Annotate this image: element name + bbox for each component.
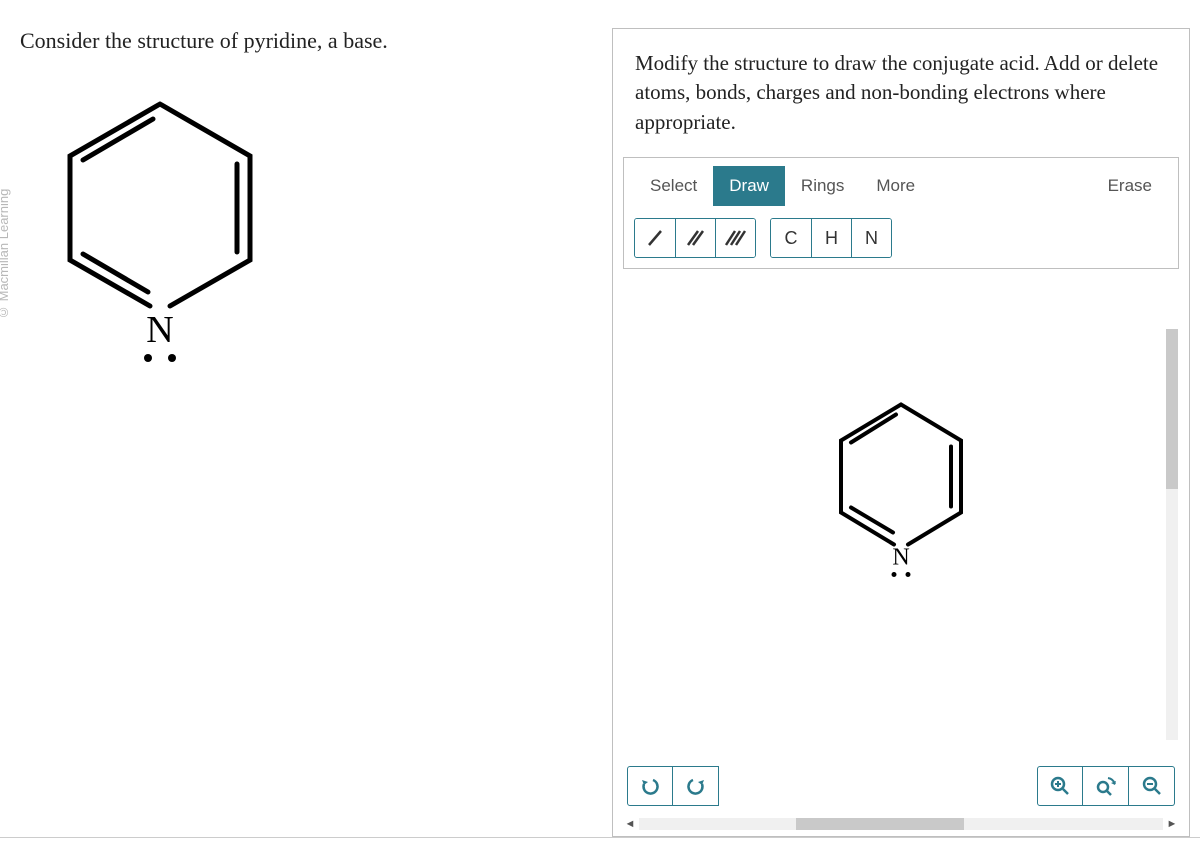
question-prompt: Consider the structure of pyridine, a ba…	[20, 28, 602, 54]
scroll-right-arrow[interactable]: ►	[1165, 817, 1179, 831]
history-controls	[627, 766, 719, 806]
tab-more[interactable]: More	[860, 166, 931, 206]
tab-rings[interactable]: Rings	[785, 166, 860, 206]
structure-editor-panel: Modify the structure to draw the conjuga…	[612, 28, 1190, 837]
pyridine-reference-structure: N	[50, 84, 602, 369]
watermark: © Macmillan Learning	[0, 0, 16, 320]
zoom-out-button[interactable]	[1129, 766, 1175, 806]
double-bond-tool[interactable]	[675, 219, 715, 257]
canvas-nitrogen-label: N	[892, 545, 909, 571]
zoom-controls	[1037, 766, 1175, 806]
tab-select[interactable]: Select	[634, 166, 713, 206]
tab-draw[interactable]: Draw	[713, 166, 785, 206]
vertical-scrollbar[interactable]	[1166, 329, 1178, 740]
tool-row: C H N	[634, 218, 1168, 258]
drawing-canvas[interactable]: N	[623, 269, 1179, 760]
nitrogen-label: N	[146, 309, 173, 351]
nitrogen-tool[interactable]: N	[851, 219, 891, 257]
hydrogen-tool[interactable]: H	[811, 219, 851, 257]
scroll-left-arrow[interactable]: ◄	[623, 817, 637, 831]
carbon-tool[interactable]: C	[771, 219, 811, 257]
triple-bond-tool[interactable]	[715, 219, 755, 257]
left-column: Consider the structure of pyridine, a ba…	[20, 28, 602, 837]
main-container: Consider the structure of pyridine, a ba…	[0, 0, 1200, 838]
undo-button[interactable]	[627, 766, 673, 806]
bottom-controls	[613, 760, 1189, 816]
bond-tool-group	[634, 218, 756, 258]
atom-tool-group: C H N	[770, 218, 892, 258]
single-bond-tool[interactable]	[635, 219, 675, 257]
tab-erase[interactable]: Erase	[1092, 166, 1168, 206]
editor-instruction: Modify the structure to draw the conjuga…	[613, 29, 1189, 151]
zoom-in-button[interactable]	[1037, 766, 1083, 806]
canvas-structure[interactable]: N	[821, 393, 981, 588]
redo-button[interactable]	[673, 766, 719, 806]
zoom-reset-button[interactable]	[1083, 766, 1129, 806]
mode-tabs: Select Draw Rings More Erase	[634, 166, 1168, 206]
hscroll-thumb[interactable]	[796, 818, 964, 830]
editor-toolbar: Select Draw Rings More Erase	[623, 157, 1179, 269]
hscroll-track[interactable]	[639, 818, 1163, 830]
vertical-scroll-thumb[interactable]	[1166, 329, 1178, 489]
horizontal-scrollbar[interactable]: ◄ ►	[623, 816, 1179, 832]
